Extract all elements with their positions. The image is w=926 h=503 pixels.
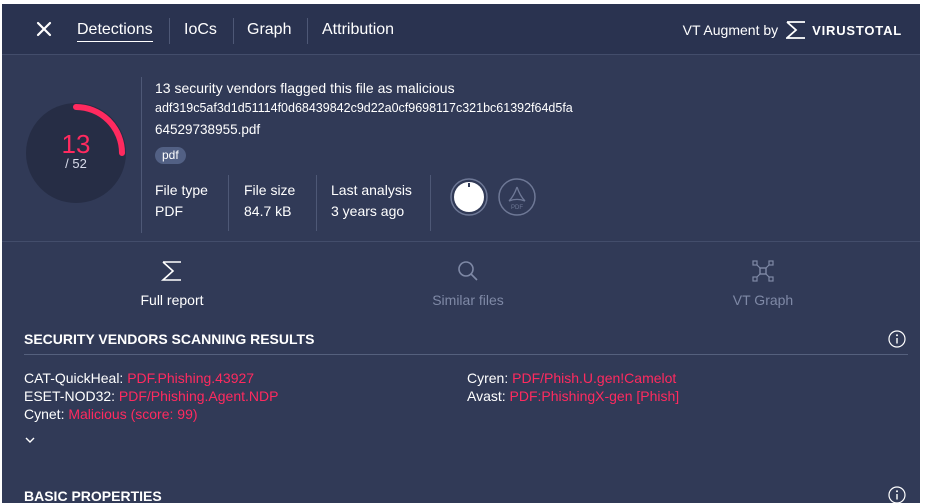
augment-label: VT Augment by <box>682 22 779 38</box>
similar-files-button[interactable]: Similar files <box>408 259 528 308</box>
tab-detections[interactable]: Detections <box>77 21 153 42</box>
full-report-button[interactable]: Full report <box>112 259 232 308</box>
similar-files-label: Similar files <box>432 292 504 308</box>
info-icon[interactable] <box>888 330 906 348</box>
file-type-value: PDF <box>155 203 183 219</box>
vendor-verdict: PDF/Phishing.Agent.NDP <box>118 388 279 404</box>
last-analysis-block: Last analysis 3 years ago <box>331 180 412 222</box>
virustotal-logo-icon <box>786 21 806 39</box>
vendor-name: Cynet: <box>24 406 65 422</box>
vt-graph-button[interactable]: VT Graph <box>703 259 823 308</box>
info-icon[interactable] <box>888 486 906 503</box>
close-icon[interactable] <box>35 20 53 38</box>
vendor-name: Cyren: <box>467 370 509 386</box>
vendor-name: CAT-QuickHeal: <box>24 370 124 386</box>
engine-total: / 52 <box>65 156 87 171</box>
file-tag-badge[interactable]: pdf <box>155 147 186 164</box>
tab-divider <box>169 18 170 44</box>
divider <box>430 175 431 231</box>
divider <box>228 175 229 231</box>
tab-divider <box>233 18 234 44</box>
file-type-block: File type PDF <box>155 180 208 222</box>
vendor-result-row: Cynet: Malicious (score: 99) <box>24 406 198 422</box>
file-hash[interactable]: adf319c5af3d1d51114f0d68439842c9d22a0cf9… <box>155 101 573 115</box>
detection-headline: 13 security vendors flagged this file as… <box>155 80 455 96</box>
divider <box>316 175 317 231</box>
vendor-result-row: Avast: PDF:PhishingX-gen [Phish] <box>467 388 679 404</box>
vendor-name: ESET-NOD32: <box>24 388 116 404</box>
file-type-label: File type <box>155 182 208 198</box>
search-icon <box>458 261 478 281</box>
vt-augment-brand: VT Augment by VIRUSTOTAL <box>683 21 902 39</box>
sigma-icon <box>160 261 181 281</box>
vendor-result-row: CAT-QuickHeal: PDF.Phishing.43927 <box>24 370 254 386</box>
brand-name: VIRUSTOTAL <box>812 22 902 38</box>
vendor-verdict: PDF/Phish.U.gen!Camelot <box>512 370 677 386</box>
chevron-down-icon[interactable] <box>24 435 36 445</box>
vendors-section-title: SECURITY VENDORS SCANNING RESULTS <box>24 331 315 347</box>
basic-properties-title: BASIC PROPERTIES <box>24 488 162 503</box>
section-divider <box>24 354 908 355</box>
vendor-verdict: PDF.Phishing.43927 <box>127 370 255 386</box>
last-analysis-value: 3 years ago <box>331 203 405 219</box>
file-size-label: File size <box>244 182 296 198</box>
vendor-verdict: Malicious (score: 99) <box>68 406 198 422</box>
file-size-value: 84.7 kB <box>244 203 292 219</box>
vt-graph-label: VT Graph <box>732 292 794 308</box>
last-analysis-label: Last analysis <box>331 182 412 198</box>
summary-divider <box>2 241 920 242</box>
tab-attribution[interactable]: Attribution <box>322 21 394 39</box>
vendor-name: Avast: <box>467 388 506 404</box>
svg-text:PDF: PDF <box>511 205 523 211</box>
full-report-label: Full report <box>140 292 204 308</box>
vendor-verdict: PDF:PhishingX-gen [Phish] <box>509 388 680 404</box>
vt-augment-panel: Detections IoCs Graph Attribution VT Aug… <box>2 4 920 503</box>
tab-divider <box>307 18 308 44</box>
detection-summary: 13 / 52 13 security vendors flagged this… <box>2 55 920 241</box>
file-name: 64529738955.pdf <box>155 122 261 137</box>
file-size-block: File size 84.7 kB <box>244 180 295 222</box>
tab-iocs[interactable]: IoCs <box>184 21 217 39</box>
graph-icon <box>752 260 774 282</box>
reputation-dial-icon <box>450 178 488 216</box>
vendor-result-row: ESET-NOD32: PDF/Phishing.Agent.NDP <box>24 388 278 404</box>
vendor-result-row: Cyren: PDF/Phish.U.gen!Camelot <box>467 370 676 386</box>
pdf-file-icon: PDF <box>498 178 536 216</box>
tab-graph[interactable]: Graph <box>247 21 291 39</box>
divider <box>141 77 142 233</box>
top-bar: Detections IoCs Graph Attribution VT Aug… <box>2 4 920 55</box>
